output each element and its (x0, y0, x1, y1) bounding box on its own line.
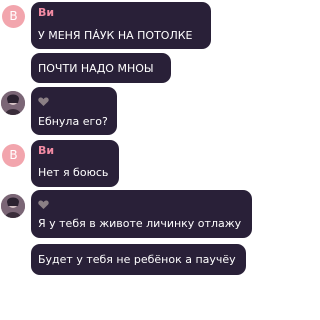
avatar-photo-icon (1, 91, 25, 115)
message-text: Ебнула его? (38, 115, 108, 128)
chat-thread: В Ви У МЕНЯ ПÁУК НА ПОТОЛКЕ ПОЧТИ НАДО М… (0, 0, 254, 320)
heart-icon (38, 92, 49, 106)
avatar[interactable]: В (2, 144, 25, 167)
heart-icon (38, 195, 49, 209)
avatar[interactable] (1, 91, 25, 115)
message-text: ПОЧТИ НАДО МНОЫ (38, 62, 154, 75)
avatar[interactable]: В (2, 5, 25, 28)
avatar-photo-icon (1, 194, 25, 218)
message-bubble[interactable]: Ебнула его? (31, 87, 117, 135)
message-bubble[interactable]: Ви Нет я боюсь (31, 140, 119, 187)
message-author: Ви (38, 144, 55, 157)
message-text: Я у тебя в животе личинку отлажу (38, 217, 242, 230)
avatar[interactable] (1, 194, 25, 218)
message-text: Нет я боюсь (38, 166, 109, 179)
message-bubble[interactable]: Я у тебя в животе личинку отлажу (31, 190, 252, 238)
message-bubble[interactable]: ПОЧТИ НАДО МНОЫ (31, 53, 171, 83)
message-text: У МЕНЯ ПÁУК НА ПОТОЛКЕ (38, 29, 193, 42)
message-bubble[interactable]: Ви У МЕНЯ ПÁУК НА ПОТОЛКЕ (31, 2, 211, 49)
message-author: Ви (38, 6, 55, 19)
message-text: Будет у тебя не ребёнок а паучёу (38, 253, 236, 266)
message-bubble[interactable]: Будет у тебя не ребёнок а паучёу (31, 244, 246, 275)
